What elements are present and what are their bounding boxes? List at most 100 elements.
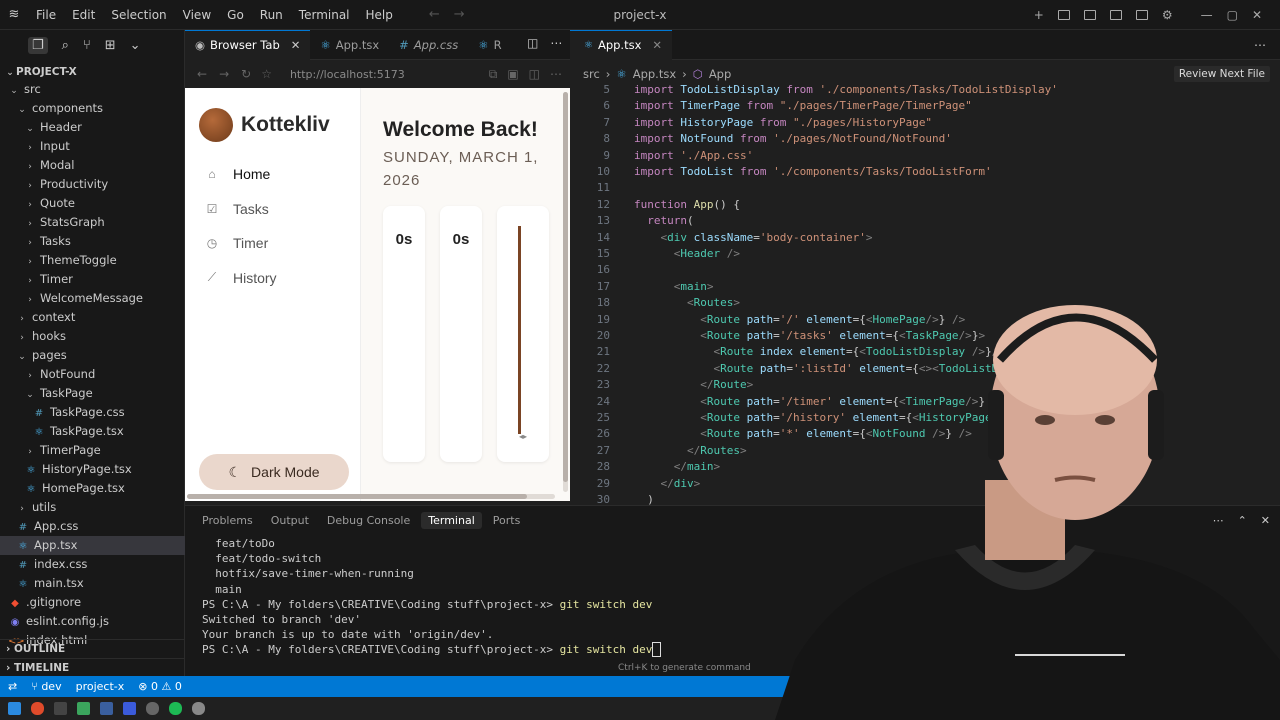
tree-folder[interactable]: › Tasks — [0, 232, 185, 251]
nav-history[interactable]: ⟋ History — [205, 270, 277, 286]
timeline-section[interactable]: › TIMELINE — [0, 658, 185, 677]
branch-indicator[interactable]: ⑂ dev — [31, 680, 61, 693]
app-icon[interactable] — [192, 702, 205, 715]
tree-folder[interactable]: › Modal — [0, 156, 185, 175]
review-next-file-button[interactable]: Review Next File — [1173, 66, 1270, 82]
tree-file[interactable]: ◉ eslint.config.js — [0, 612, 185, 631]
menu-terminal[interactable]: Terminal — [291, 0, 358, 30]
app-brand[interactable]: Kottekliv — [199, 108, 330, 142]
tree-file[interactable]: ⚛ main.tsx — [0, 574, 185, 593]
app-icon[interactable] — [77, 702, 90, 715]
tab-app-tsx[interactable]: ⚛ App.tsx ✕ — [570, 29, 673, 60]
resize-arrows-icon[interactable]: ◂▸ — [497, 432, 549, 441]
tree-folder[interactable]: › hooks — [0, 327, 185, 346]
panel-tab-terminal[interactable]: Terminal — [421, 511, 482, 529]
menu-view[interactable]: View — [175, 0, 219, 30]
panel-tab-problems[interactable]: Problems — [195, 512, 260, 529]
menu-go[interactable]: Go — [219, 0, 252, 30]
files-icon[interactable]: ❐ — [28, 36, 48, 54]
tab-app-tsx[interactable]: ⚛ App.tsx — [310, 30, 389, 60]
tree-file[interactable]: # index.css — [0, 555, 185, 574]
tree-folder[interactable]: ⌄ Header — [0, 118, 185, 137]
forward-arrow-icon[interactable]: → — [454, 7, 465, 22]
tree-folder[interactable]: › ThemeToggle — [0, 251, 185, 270]
tree-folder[interactable]: › Input — [0, 137, 185, 156]
spotify-icon[interactable] — [169, 702, 182, 715]
horizontal-scrollbar[interactable] — [187, 494, 555, 499]
tree-folder[interactable]: › NotFound — [0, 365, 185, 384]
menu-file[interactable]: File — [28, 0, 64, 30]
tree-file[interactable]: ⚛ HistoryPage.tsx — [0, 460, 185, 479]
nav-tasks[interactable]: ☑ Tasks — [205, 201, 269, 217]
more-icon[interactable]: ⋯ — [1254, 38, 1266, 52]
chevron-down-icon[interactable]: ⌄ — [130, 38, 141, 53]
outline-section[interactable]: › OUTLINE — [0, 639, 185, 658]
tree-folder[interactable]: › Timer — [0, 270, 185, 289]
layout-secondary-icon[interactable] — [1109, 10, 1122, 20]
layout-custom-icon[interactable] — [1135, 10, 1148, 20]
app-icon[interactable] — [54, 702, 67, 715]
panel-tab-debug-console[interactable]: Debug Console — [320, 512, 417, 529]
extensions-icon[interactable]: ⊞ — [105, 38, 116, 53]
tree-folder[interactable]: › StatsGraph — [0, 213, 185, 232]
gear-icon[interactable]: ⚙ — [1162, 8, 1173, 22]
nav-home[interactable]: ⌂ Home — [205, 166, 270, 182]
tab-browser-tab[interactable]: ◉ Browser Tab ✕ — [185, 29, 311, 60]
open-external-icon[interactable]: ⧉ — [489, 67, 498, 82]
close-icon[interactable]: ✕ — [652, 38, 662, 52]
tree-folder[interactable]: › Quote — [0, 194, 185, 213]
reload-icon[interactable]: ↻ — [241, 67, 251, 81]
star-icon[interactable]: ☆ — [261, 67, 272, 81]
layout-panel-icon[interactable] — [1083, 10, 1096, 20]
layout-sidebar-icon[interactable] — [1057, 10, 1070, 20]
menu-run[interactable]: Run — [252, 0, 291, 30]
more-icon[interactable]: ⋯ — [550, 67, 562, 82]
layout-icon[interactable]: ◫ — [529, 67, 540, 82]
search-icon[interactable]: ⌕ — [62, 38, 69, 53]
url-field[interactable]: http://localhost:5173 — [290, 68, 405, 81]
source-control-icon[interactable]: ⑂ — [83, 38, 91, 53]
screenshot-icon[interactable]: ▣ — [507, 67, 518, 82]
app-icon[interactable] — [123, 702, 136, 715]
dark-mode-button[interactable]: ☾ Dark Mode — [199, 454, 349, 490]
tab-r[interactable]: ⚛ R — [468, 30, 511, 60]
tree-file[interactable]: ⚛ TaskPage.tsx — [0, 422, 185, 441]
terminal-output[interactable]: feat/toDo feat/todo-switch hotfix/save-t… — [202, 536, 661, 658]
more-icon[interactable]: ⋯ — [550, 36, 562, 50]
tree-folder[interactable]: ⌄ pages — [0, 346, 185, 365]
menu-help[interactable]: Help — [358, 0, 401, 30]
add-icon[interactable]: + — [1034, 8, 1044, 22]
close-icon[interactable]: ✕ — [291, 38, 301, 52]
windows-icon[interactable] — [8, 702, 21, 715]
app-icon[interactable] — [100, 702, 113, 715]
tree-folder[interactable]: ⌄ components — [0, 99, 185, 118]
panel-tab-ports[interactable]: Ports — [486, 512, 528, 529]
back-arrow-icon[interactable]: ← — [429, 7, 440, 22]
tree-file[interactable]: ◆ .gitignore — [0, 593, 185, 612]
vertical-scrollbar[interactable] — [563, 92, 568, 492]
tree-file[interactable]: ⚛ App.tsx — [0, 536, 185, 555]
tree-folder[interactable]: ⌄ src — [0, 80, 185, 99]
problems-indicator[interactable]: ⊗ 0 ⚠ 0 — [138, 680, 182, 693]
tree-folder[interactable]: › TimerPage — [0, 441, 185, 460]
minimize-icon[interactable]: — — [1201, 8, 1213, 22]
tree-file[interactable]: # App.css — [0, 517, 185, 536]
back-icon[interactable]: ← — [197, 67, 207, 81]
tree-folder[interactable]: › utils — [0, 498, 185, 517]
tree-file[interactable]: # TaskPage.css — [0, 403, 185, 422]
menu-selection[interactable]: Selection — [103, 0, 174, 30]
brave-icon[interactable] — [31, 702, 44, 715]
tree-folder[interactable]: › Productivity — [0, 175, 185, 194]
panel-tab-output[interactable]: Output — [264, 512, 316, 529]
tree-file[interactable]: ⚛ HomePage.tsx — [0, 479, 185, 498]
remote-icon[interactable]: ⇄ — [8, 680, 17, 693]
tab-app-css[interactable]: # App.css — [389, 30, 468, 60]
tree-folder[interactable]: › context — [0, 308, 185, 327]
tree-folder[interactable]: ⌄ TaskPage — [0, 384, 185, 403]
menu-edit[interactable]: Edit — [64, 0, 103, 30]
maximize-icon[interactable]: ▢ — [1227, 8, 1238, 22]
tree-folder[interactable]: › WelcomeMessage — [0, 289, 185, 308]
app-icon[interactable] — [146, 702, 159, 715]
forward-icon[interactable]: → — [219, 67, 229, 81]
split-editor-icon[interactable]: ◫ — [527, 36, 538, 50]
